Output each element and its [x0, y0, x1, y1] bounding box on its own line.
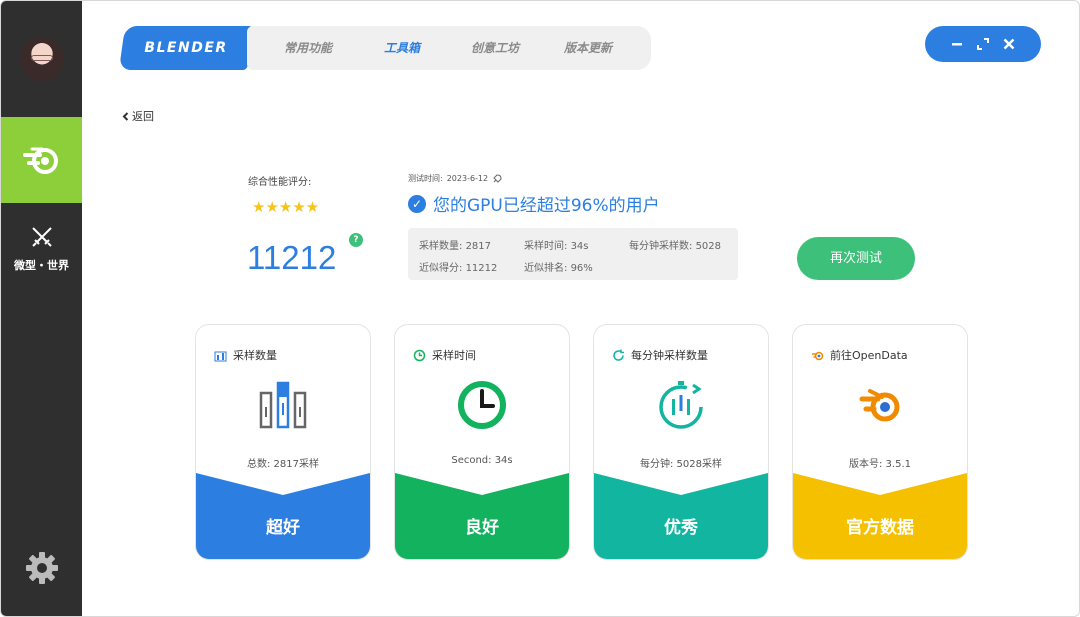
- crossed-swords-icon: [31, 227, 52, 247]
- maximize-icon[interactable]: [977, 38, 989, 50]
- card-title: 前往OpenData: [830, 349, 908, 362]
- stat-sample-count: 采样数量: 2817: [419, 241, 492, 252]
- sidebar: 微型・世界: [1, 1, 82, 616]
- card-title: 每分钟采样数量: [631, 349, 708, 362]
- app-window: 微型・世界 BLENDER 常用功能 工具箱 创意工坊 版本更新 返回 综合性能…: [0, 0, 1080, 617]
- refresh-small-icon: [613, 349, 624, 361]
- card-info: Second: 34s: [451, 455, 513, 466]
- close-icon[interactable]: [1003, 38, 1015, 50]
- tab-common-functions[interactable]: 常用功能: [284, 26, 332, 70]
- back-label: 返回: [132, 110, 154, 123]
- stat-approx-rank: 近似排名: 96%: [524, 263, 593, 274]
- score-label: 综合性能评分:: [248, 177, 312, 188]
- clock-small-icon: [413, 349, 426, 361]
- tab-toolbox[interactable]: 工具箱: [384, 26, 420, 70]
- refresh-timer-icon: [659, 381, 703, 429]
- tab-creative-workshop[interactable]: 创意工坊: [471, 26, 519, 70]
- card-rating: 官方数据: [846, 518, 914, 538]
- card-rating: 优秀: [664, 518, 698, 538]
- card-sample-time[interactable]: 采样时间 Second: 34s 良好: [394, 324, 570, 560]
- blender-logo-icon: [22, 147, 58, 174]
- card-samples-per-minute[interactable]: 每分钟采样数量 每分钟: 5028采样 优秀: [593, 324, 769, 560]
- sidebar-item-blender[interactable]: [1, 117, 82, 203]
- blender-small-icon: [812, 351, 824, 360]
- check-circle-icon: ✓: [408, 194, 426, 213]
- chart-small-icon: [214, 351, 227, 361]
- card-rating: 超好: [266, 518, 300, 538]
- avatar[interactable]: [20, 37, 64, 81]
- card-title: 采样时间: [432, 349, 476, 362]
- top-tabs: 常用功能 工具箱 创意工坊 版本更新: [247, 26, 651, 70]
- sidebar-item-world[interactable]: 微型・世界: [1, 221, 82, 277]
- card-band: 良好: [395, 473, 569, 559]
- test-time: 测试时间: 2023-6-12: [408, 173, 502, 184]
- stats-box: 采样数量: 2817 采样时间: 34s 每分钟采样数: 5028 近似得分: …: [408, 228, 738, 280]
- chevron-left-icon: [122, 111, 129, 121]
- rocket-icon: [493, 173, 502, 183]
- sidebar-item-world-label: 微型・世界: [14, 259, 69, 272]
- card-title: 采样数量: [233, 349, 277, 362]
- blender-logo-icon: [859, 389, 900, 422]
- card-open-data[interactable]: 前往OpenData 版本号: 3.5.1 官方数据: [792, 324, 968, 560]
- back-link[interactable]: 返回: [122, 108, 154, 124]
- brand-label: BLENDER: [144, 40, 228, 56]
- card-info: 版本号: 3.5.1: [849, 459, 911, 470]
- retest-button[interactable]: 再次测试: [797, 237, 915, 280]
- stat-approx-score: 近似得分: 11212: [419, 263, 498, 274]
- test-time-value: 2023-6-12: [446, 174, 489, 183]
- card-info: 总数: 2817采样: [247, 459, 319, 470]
- tab-version-update[interactable]: 版本更新: [564, 26, 612, 70]
- gear-icon[interactable]: [24, 550, 60, 586]
- window-controls: [925, 26, 1041, 62]
- score-value: 11212: [247, 239, 337, 276]
- result-headline: ✓ 您的GPU已经超过96%的用户: [408, 191, 660, 216]
- test-time-label: 测试时间:: [408, 174, 443, 183]
- help-icon[interactable]: ?: [349, 233, 363, 247]
- headline-text: 您的GPU已经超过96%的用户: [433, 196, 660, 216]
- stat-samples-per-minute: 每分钟采样数: 5028: [629, 241, 722, 252]
- minimize-icon[interactable]: [951, 38, 963, 50]
- card-sample-count[interactable]: 采样数量 总数: 2817采样 超好: [195, 324, 371, 560]
- stat-sample-time: 采样时间: 34s: [524, 241, 589, 252]
- card-band: 优秀: [594, 473, 768, 559]
- brand-tab[interactable]: BLENDER: [118, 26, 254, 70]
- star-rating: ★★★★★: [252, 198, 320, 216]
- card-band: 官方数据: [793, 473, 967, 559]
- bar-chart-icon: [259, 381, 307, 429]
- card-rating: 良好: [465, 518, 499, 538]
- card-band: 超好: [196, 473, 370, 559]
- card-info: 每分钟: 5028采样: [640, 459, 722, 470]
- clock-icon: [458, 381, 506, 429]
